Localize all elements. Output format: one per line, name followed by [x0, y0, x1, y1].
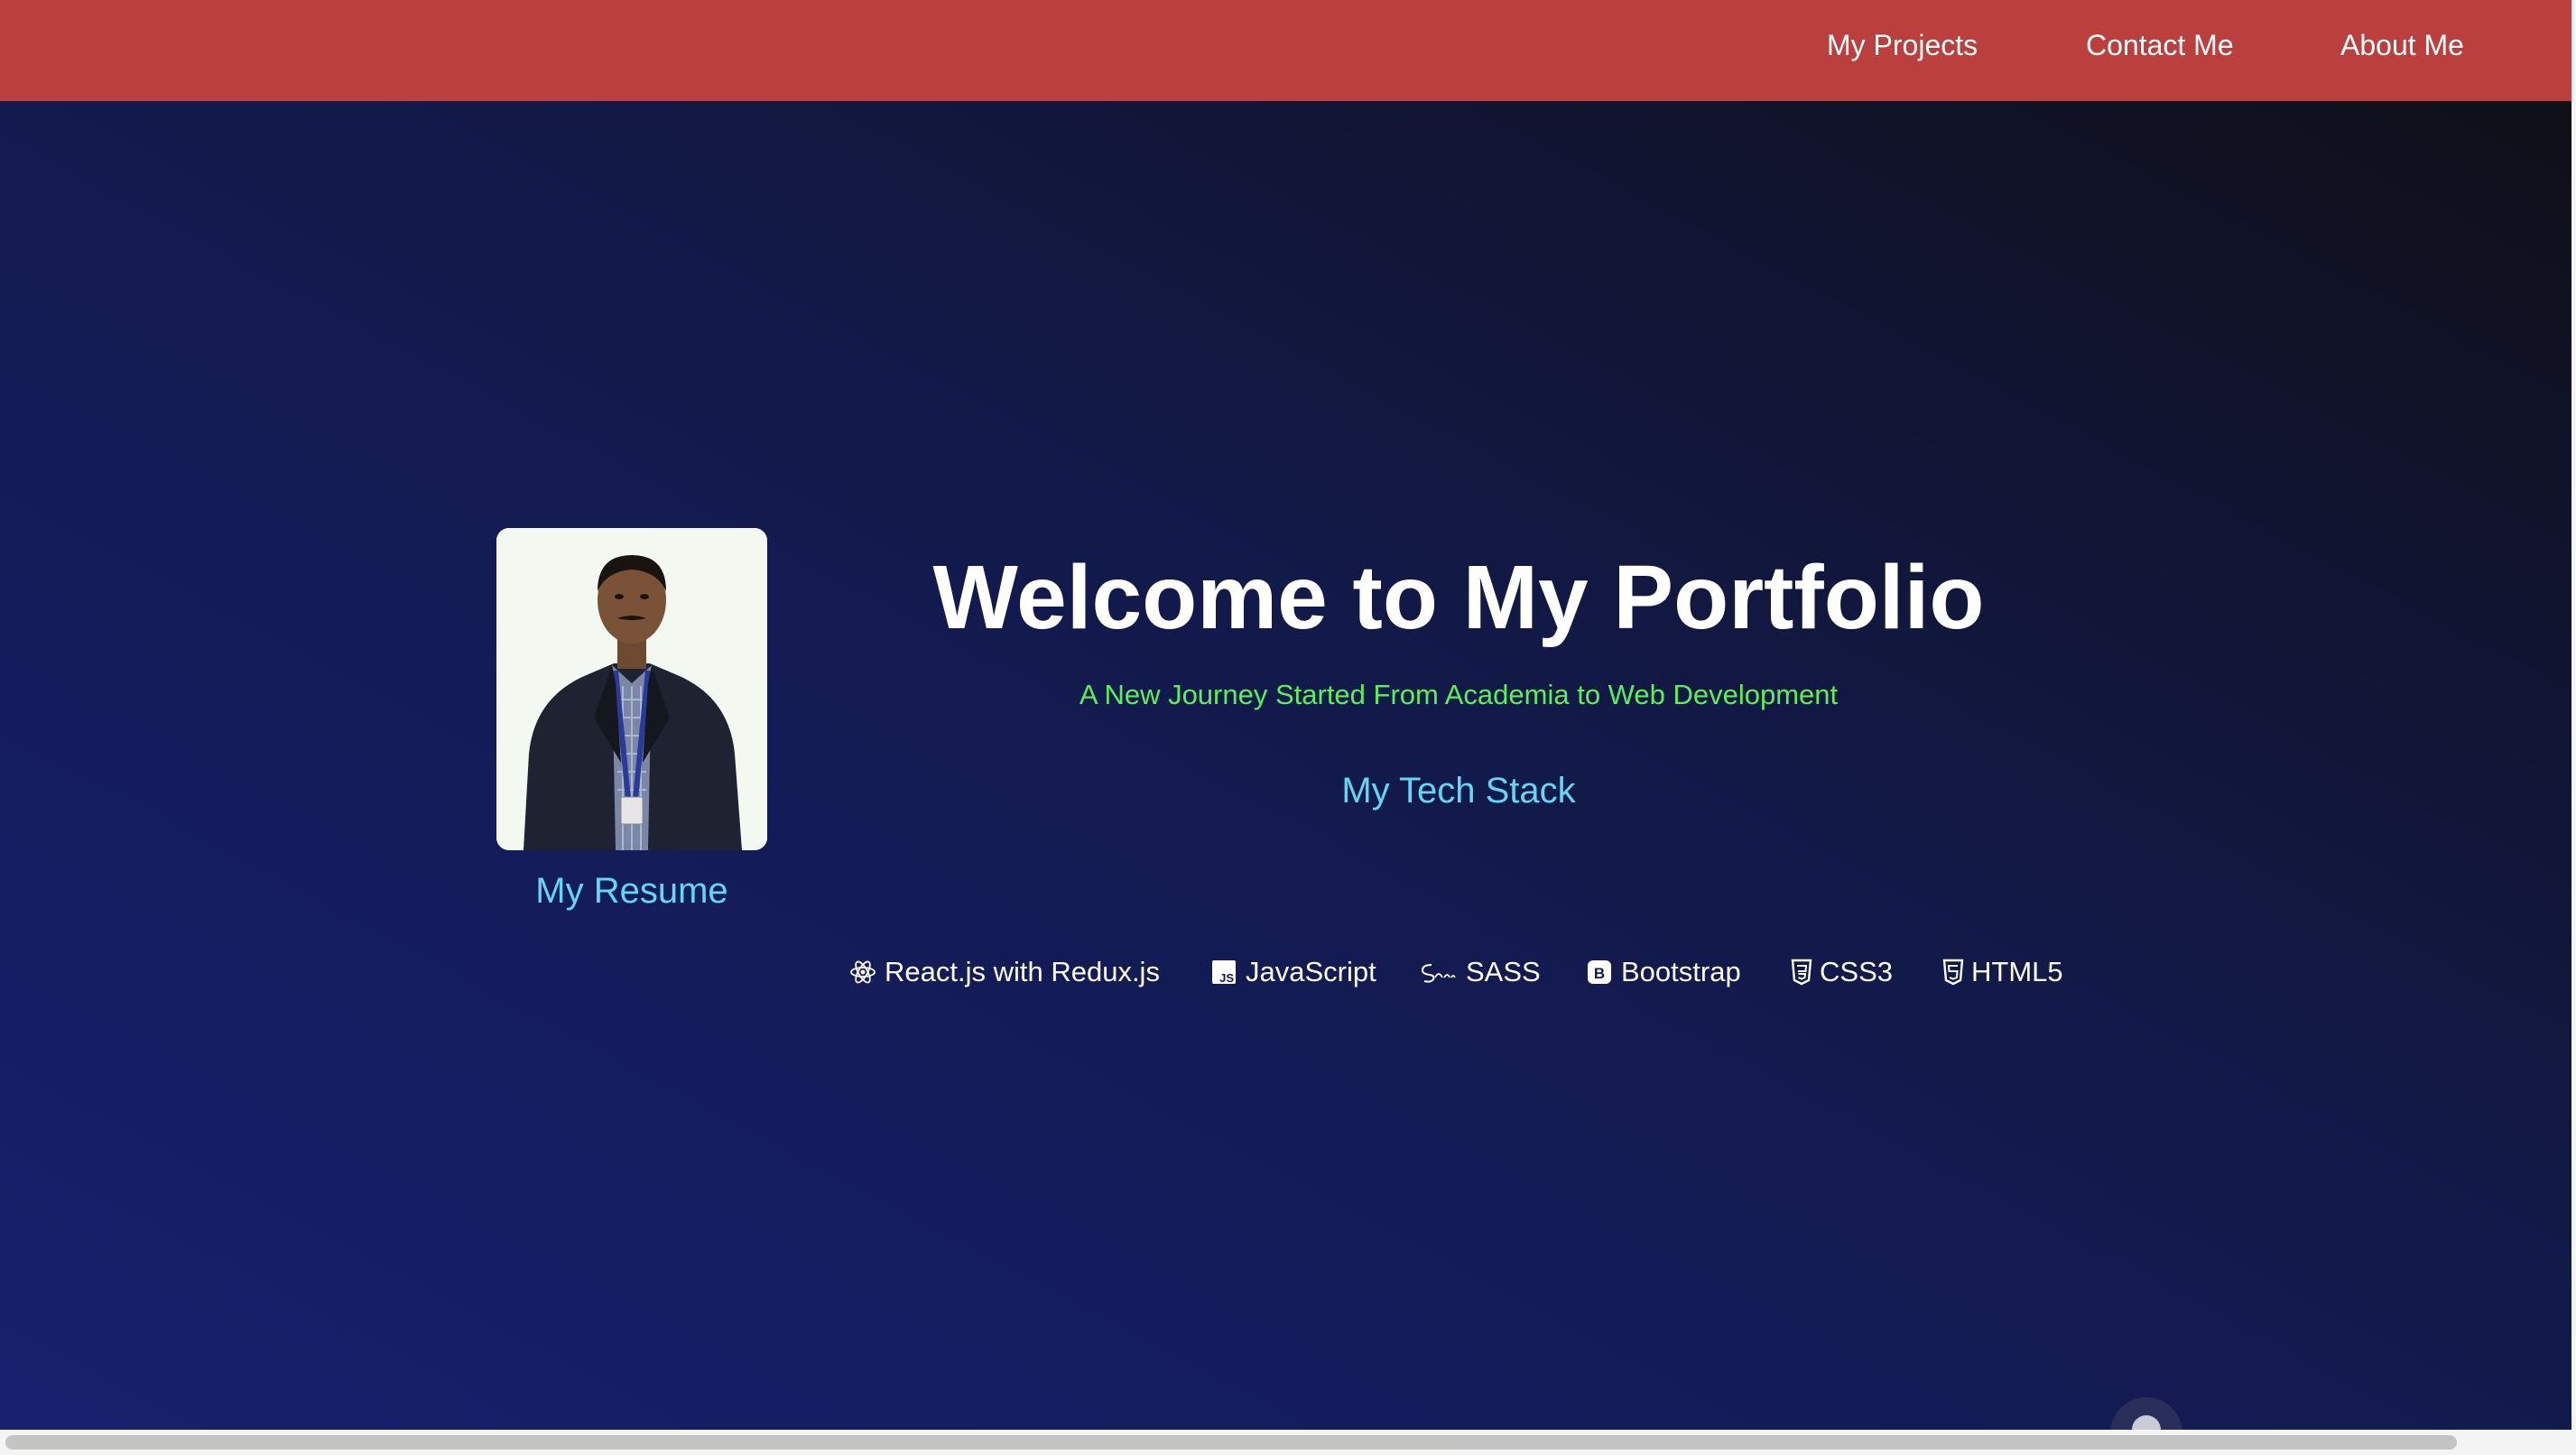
nav-link-about-me[interactable]: About Me — [2340, 25, 2464, 65]
hero-subtitle: A New Journey Started From Academia to W… — [1079, 679, 1839, 710]
tech-stack-item-bootstrap: B Bootstrap — [1585, 950, 1741, 995]
tech-stack-label: CSS3 — [1820, 956, 1893, 987]
tech-stack-heading: My Tech Stack — [1341, 771, 1576, 811]
svg-text:JS: JS — [1219, 971, 1234, 985]
javascript-icon: JS — [1209, 958, 1238, 987]
tech-stack-item-react: React.js with Redux.js — [848, 950, 1160, 995]
resume-link[interactable]: My Resume — [496, 871, 767, 912]
react-icon — [848, 958, 877, 987]
tech-stack-label: JavaScript — [1246, 956, 1376, 987]
html5-icon — [1942, 958, 1964, 987]
tech-stack-item-css3: CSS3 — [1791, 950, 1893, 995]
tech-stack-item-sass: SASS — [1419, 950, 1541, 995]
tech-stack-list: React.js with Redux.js JS JavaScript SAS… — [848, 950, 2069, 995]
profile-photo-illustration — [496, 528, 767, 850]
tech-stack-item-html5: HTML5 — [1942, 950, 2063, 995]
tech-stack-item-javascript: JS JavaScript — [1209, 950, 1376, 995]
vertical-scrollbar[interactable] — [2571, 0, 2576, 1430]
horizontal-scrollbar[interactable] — [0, 1430, 2576, 1455]
scroll-to-top-button[interactable] — [2110, 1397, 2182, 1430]
tech-stack-label: SASS — [1466, 956, 1541, 987]
tech-stack-label: Bootstrap — [1621, 956, 1741, 987]
top-navbar: My Projects Contact Me About Me — [0, 0, 2571, 101]
page-title: Welcome to My Portfolio — [932, 547, 1985, 648]
nav-link-my-projects[interactable]: My Projects — [1827, 25, 1978, 65]
svg-text:B: B — [1594, 965, 1605, 982]
sass-icon — [1419, 958, 1459, 987]
horizontal-scrollbar-thumb[interactable] — [5, 1435, 2457, 1450]
bootstrap-icon: B — [1585, 958, 1614, 987]
hero-section: My Resume Welcome to My Portfolio A New … — [0, 101, 2571, 1430]
page: My Projects Contact Me About Me My Resum… — [0, 0, 2576, 1455]
tech-stack-label: HTML5 — [1971, 956, 2063, 987]
nav-link-contact-me[interactable]: Contact Me — [2086, 25, 2234, 65]
tech-stack-label: React.js with Redux.js — [885, 956, 1160, 987]
css3-icon — [1791, 958, 1812, 987]
profile-photo — [496, 528, 767, 850]
scroll-knob-icon — [2132, 1415, 2161, 1430]
